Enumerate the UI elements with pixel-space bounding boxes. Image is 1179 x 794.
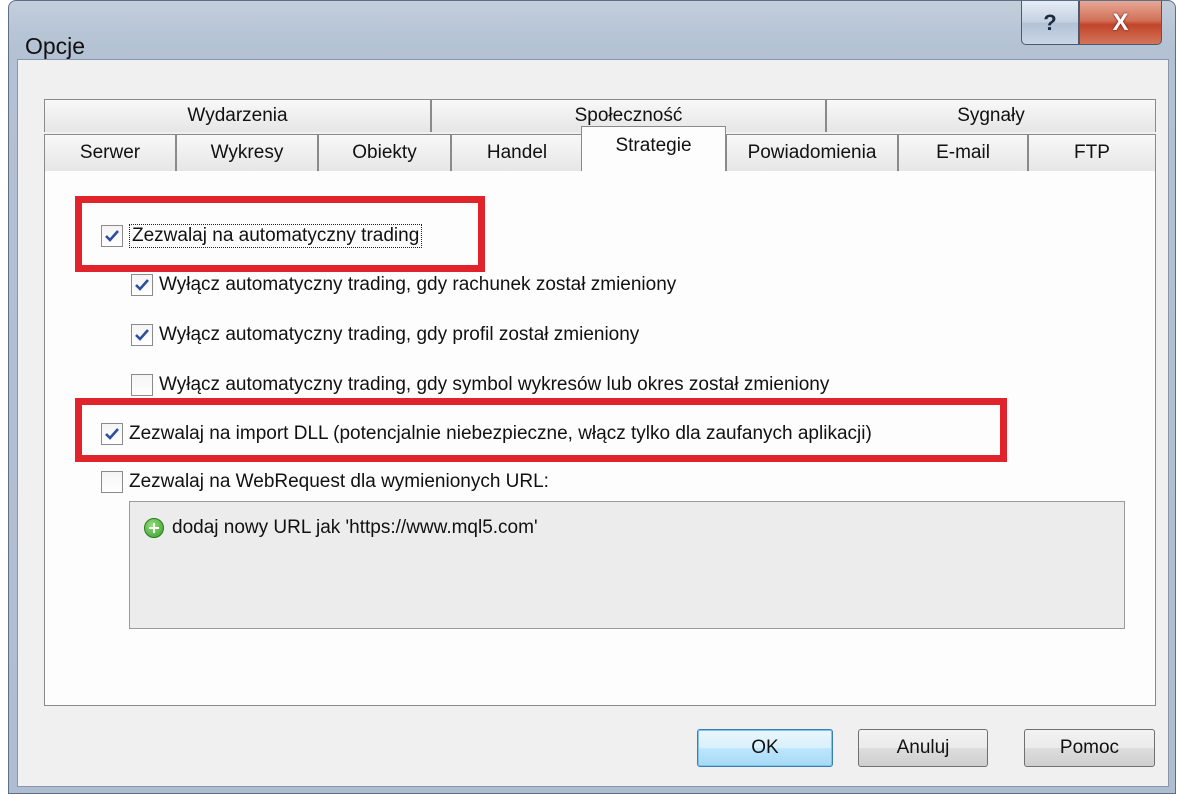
- disable-on-account-change-checkbox[interactable]: [131, 274, 153, 296]
- allow-webrequest-option[interactable]: Zezwalaj na WebRequest dla wymienionych …: [101, 471, 549, 493]
- plus-circle-icon: [144, 518, 164, 538]
- help-caption-button[interactable]: ?: [1021, 1, 1079, 45]
- close-button[interactable]: X: [1079, 1, 1162, 45]
- tab-label: Strategie: [615, 135, 692, 156]
- dialog-client-area: Wydarzenia Społeczność Sygnały Serwer Wy…: [17, 59, 1169, 787]
- help-button-label: Pomoc: [1059, 737, 1120, 758]
- cancel-button[interactable]: Anuluj: [858, 729, 988, 767]
- tab-label: Obiekty: [352, 142, 417, 163]
- disable-on-account-change-option[interactable]: Wyłącz automatyczny trading, gdy rachune…: [131, 274, 676, 296]
- allow-webrequest-checkbox[interactable]: [101, 471, 123, 493]
- strategie-tab-panel: Zezwalaj na automatyczny trading Wyłącz …: [44, 170, 1156, 706]
- cancel-button-label: Anuluj: [896, 737, 950, 758]
- highlight-box-dll-import: [75, 398, 1007, 462]
- disable-on-profile-change-option[interactable]: Wyłącz automatyczny trading, gdy profil …: [131, 324, 639, 346]
- tab-label: Sygnały: [957, 105, 1025, 126]
- tab-label: Powiadomienia: [747, 142, 877, 163]
- tab-handel[interactable]: Handel: [451, 134, 583, 171]
- disable-on-symbol-change-checkbox[interactable]: [131, 374, 153, 396]
- tab-strategie[interactable]: Strategie: [581, 126, 726, 171]
- question-icon: ?: [1043, 9, 1057, 35]
- tab-label: E-mail: [936, 142, 990, 163]
- tab-label: FTP: [1074, 142, 1110, 163]
- tab-label: Wykresy: [210, 142, 284, 163]
- disable-on-profile-change-label: Wyłącz automatyczny trading, gdy profil …: [159, 324, 640, 345]
- tab-powiadomienia[interactable]: Powiadomienia: [726, 134, 898, 171]
- add-url-item[interactable]: dodaj nowy URL jak 'https://www.mql5.com…: [144, 517, 538, 539]
- disable-on-profile-change-checkbox[interactable]: [131, 324, 153, 346]
- close-icon: X: [1112, 8, 1129, 36]
- webrequest-url-list[interactable]: dodaj nowy URL jak 'https://www.mql5.com…: [129, 501, 1125, 629]
- tab-sygnaly[interactable]: Sygnały: [826, 99, 1156, 132]
- checkmark-icon: [135, 279, 149, 291]
- tab-label: Serwer: [79, 142, 141, 163]
- disable-on-symbol-change-label: Wyłącz automatyczny trading, gdy symbol …: [159, 374, 830, 395]
- highlight-box-auto-trading: [75, 196, 485, 272]
- tab-ftp[interactable]: FTP: [1028, 134, 1156, 171]
- tab-email[interactable]: E-mail: [898, 134, 1028, 171]
- disable-on-account-change-label: Wyłącz automatyczny trading, gdy rachune…: [159, 274, 677, 295]
- tab-label: Handel: [486, 142, 548, 163]
- options-dialog: Opcje ? X Wydarzenia Społeczność Sygnały…: [8, 0, 1176, 794]
- checkmark-icon: [135, 329, 149, 341]
- ok-button-label: OK: [751, 737, 779, 758]
- tab-wydarzenia[interactable]: Wydarzenia: [44, 99, 431, 132]
- allow-webrequest-label: Zezwalaj na WebRequest dla wymienionych …: [129, 471, 549, 492]
- ok-button[interactable]: OK: [697, 729, 833, 767]
- disable-on-symbol-change-option[interactable]: Wyłącz automatyczny trading, gdy symbol …: [131, 374, 829, 396]
- tab-serwer[interactable]: Serwer: [44, 134, 176, 171]
- window-title: Opcje: [25, 33, 86, 59]
- help-button[interactable]: Pomoc: [1024, 729, 1155, 767]
- tab-label: Społeczność: [574, 105, 683, 126]
- tab-obiekty[interactable]: Obiekty: [318, 134, 451, 171]
- tab-label: Wydarzenia: [187, 105, 288, 126]
- tab-wykresy[interactable]: Wykresy: [176, 134, 318, 171]
- add-url-label: dodaj nowy URL jak 'https://www.mql5.com…: [172, 517, 538, 538]
